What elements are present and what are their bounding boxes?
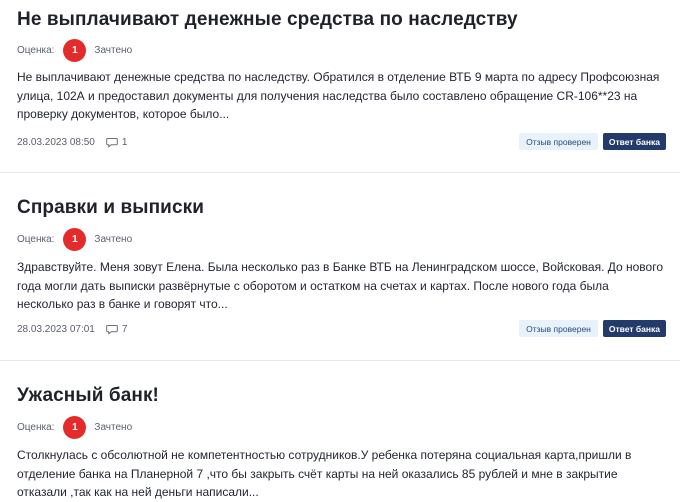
rating-badge: 1 [63, 227, 87, 251]
bank-answer-badge[interactable]: Ответ банка [602, 133, 666, 150]
review-title[interactable]: Ужасный банк! [17, 385, 159, 407]
review-divider [0, 172, 680, 173]
comment-icon[interactable] [106, 324, 118, 335]
review-checked-badge: Отзыв проверен [519, 320, 598, 337]
review-tags: Отзыв проверен Ответ банка [519, 320, 666, 337]
review-date: 28.03.2023 08:50 [17, 136, 95, 148]
review-divider [0, 360, 680, 361]
rating-badge: 1 [63, 38, 87, 62]
review-meta: 28.03.2023 07:01 7 [17, 321, 127, 337]
comment-count[interactable]: 7 [122, 324, 128, 335]
rating-row: Оценка: 1 Зачтено [17, 38, 132, 62]
comment-count[interactable]: 1 [122, 137, 128, 148]
review-text[interactable]: Здравствуйте. Меня зовут Елена. Была нес… [17, 258, 667, 314]
rating-label: Оценка: [17, 44, 55, 56]
rating-label: Оценка: [17, 233, 55, 245]
review-text[interactable]: Столкнулась с обсолютной не компетентнос… [17, 446, 667, 502]
rating-badge: 1 [63, 415, 87, 439]
review-tags: Отзыв проверен Ответ банка [519, 133, 666, 150]
review-title[interactable]: Не выплачивают денежные средства по насл… [17, 9, 518, 31]
rating-status: Зачтено [94, 233, 133, 245]
rating-status: Зачтено [94, 44, 133, 56]
review-meta: 28.03.2023 08:50 1 [17, 134, 127, 150]
bank-answer-badge[interactable]: Ответ банка [602, 320, 666, 337]
rating-row: Оценка: 1 Зачтено [17, 227, 132, 251]
rating-label: Оценка: [17, 421, 55, 433]
rating-row: Оценка: 1 Зачтено [17, 415, 132, 439]
comment-icon[interactable] [106, 137, 118, 148]
review-checked-badge: Отзыв проверен [519, 133, 598, 150]
review-title[interactable]: Справки и выписки [17, 197, 204, 219]
review-date: 28.03.2023 07:01 [17, 323, 95, 335]
rating-status: Зачтено [94, 421, 133, 433]
review-text[interactable]: Не выплачивают денежные средства по насл… [17, 68, 667, 124]
